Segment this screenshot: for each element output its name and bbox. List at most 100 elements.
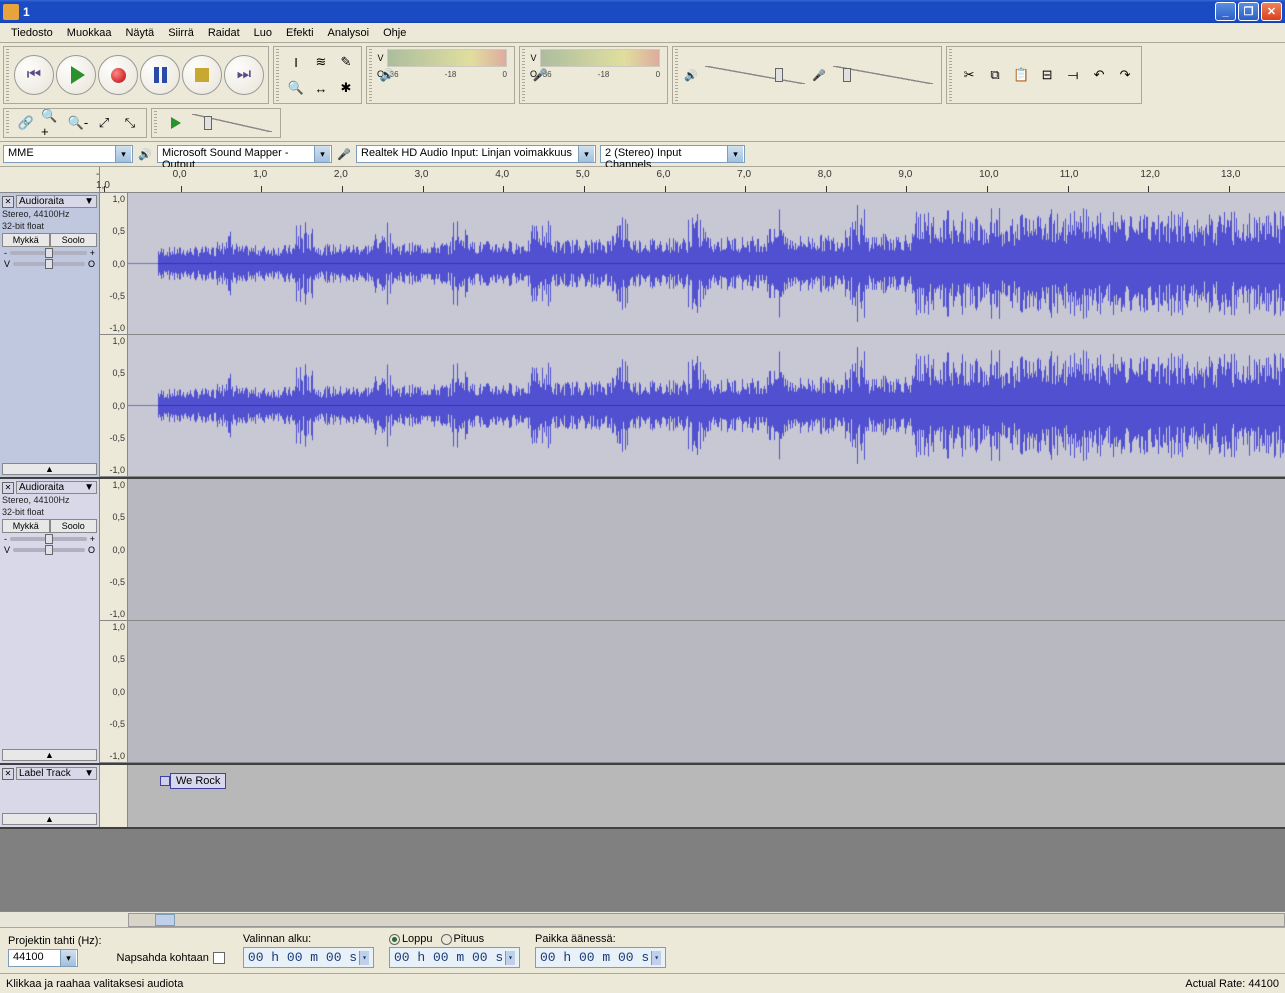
fit-project-button[interactable]: ⤡ <box>118 111 142 135</box>
horizontal-scrollbar[interactable] <box>0 911 1285 927</box>
play-button[interactable] <box>56 55 96 95</box>
track-menu-2[interactable]: Audioraita▼ <box>16 481 97 494</box>
stop-button[interactable] <box>182 55 222 95</box>
menu-view[interactable]: Näytä <box>118 25 161 41</box>
mute-button-1[interactable]: Mykkä <box>2 233 50 247</box>
menu-help[interactable]: Ohje <box>376 25 413 41</box>
length-radio[interactable] <box>441 934 452 945</box>
output-vol-icon: 🔊 <box>683 67 699 83</box>
copy-button[interactable]: ⧉ <box>983 63 1007 87</box>
label-marker[interactable]: We Rock <box>160 773 226 789</box>
project-rate-combo[interactable]: 44100 <box>8 949 78 967</box>
selection-start-time[interactable]: 00 h 00 m 00 s <box>243 947 374 968</box>
mute-button-2[interactable]: Mykkä <box>2 519 50 533</box>
label-track-panel[interactable]: ✕ Label Track▼ ▲ <box>0 765 100 827</box>
label-text[interactable]: We Rock <box>170 773 226 789</box>
input-volume-slider[interactable] <box>833 66 933 84</box>
waveform-2-left[interactable] <box>128 479 1285 620</box>
undo-button[interactable]: ↶ <box>1087 63 1111 87</box>
input-channels-combo[interactable]: 2 (Stereo) Input Channels <box>600 145 745 163</box>
gain-slider-1[interactable]: -+ <box>2 248 97 258</box>
record-button[interactable] <box>98 55 138 95</box>
output-device-icon: 🔊 <box>137 146 153 162</box>
timeline-ruler[interactable]: - 1,00,01,02,03,04,05,06,07,08,09,010,01… <box>0 167 1285 193</box>
waveform-1-right[interactable] <box>128 335 1285 476</box>
audio-host-combo[interactable]: MME <box>3 145 133 163</box>
track-collapse-2[interactable]: ▲ <box>2 749 97 761</box>
track-panel-1[interactable]: ✕ Audioraita▼ Stereo, 44100Hz 32-bit flo… <box>0 193 100 477</box>
audio-track-2: ✕ Audioraita▼ Stereo, 44100Hz 32-bit flo… <box>0 479 1285 765</box>
gain-slider-2[interactable]: -+ <box>2 534 97 544</box>
waveform-2-right[interactable] <box>128 621 1285 762</box>
track-depth-2: 32-bit float <box>2 507 97 518</box>
output-device-combo[interactable]: Microsoft Sound Mapper - Output <box>157 145 332 163</box>
label-track-collapse[interactable]: ▲ <box>2 813 97 825</box>
track-panel-2[interactable]: ✕ Audioraita▼ Stereo, 44100Hz 32-bit flo… <box>0 479 100 763</box>
menu-transport[interactable]: Siirrä <box>161 25 201 41</box>
solo-button-2[interactable]: Soolo <box>50 519 98 533</box>
fit-selection-button[interactable]: ⤢ <box>92 111 116 135</box>
scrollbar-thumb[interactable] <box>155 914 175 926</box>
input-device-combo[interactable]: Realtek HD Audio Input: Linjan voimakkuu… <box>356 145 596 163</box>
trim-button[interactable]: ⊟ <box>1035 63 1059 87</box>
skip-end-icon: ⏭ <box>237 66 251 84</box>
zoom-out-button[interactable]: 🔍- <box>66 111 90 135</box>
menu-analyze[interactable]: Analysoi <box>321 25 377 41</box>
solo-button-1[interactable]: Soolo <box>50 233 98 247</box>
playback-speed-slider[interactable] <box>192 114 272 132</box>
selection-end-time[interactable]: 00 h 00 m 00 s <box>389 947 520 968</box>
audio-position-time[interactable]: 00 h 00 m 00 s <box>535 947 666 968</box>
zoom-tool[interactable]: 🔍 <box>284 76 308 100</box>
empty-track-area[interactable] <box>0 829 1285 911</box>
input-vol-icon: 🎤 <box>811 67 827 83</box>
menu-generate[interactable]: Luo <box>247 25 279 41</box>
skip-end-button[interactable]: ⏭ <box>224 55 264 95</box>
waveform-1-left[interactable] <box>128 193 1285 334</box>
paste-button[interactable]: 📋 <box>1009 63 1033 87</box>
track-format-2: Stereo, 44100Hz <box>2 495 97 506</box>
timeshift-tool[interactable]: ↔ <box>309 76 333 100</box>
play-speed-button[interactable] <box>162 111 186 135</box>
end-radio[interactable] <box>389 934 400 945</box>
snap-checkbox[interactable] <box>213 952 225 964</box>
track-close-1[interactable]: ✕ <box>2 196 14 208</box>
speaker-icon: 🔊 <box>379 67 395 83</box>
label-track-close[interactable]: ✕ <box>2 768 14 780</box>
link-button[interactable]: 🔗 <box>14 111 38 135</box>
redo-button[interactable]: ↷ <box>1113 63 1137 87</box>
zoom-in-button[interactable]: 🔍+ <box>40 111 64 135</box>
maximize-button[interactable]: ❐ <box>1238 2 1259 21</box>
menu-edit[interactable]: Muokkaa <box>60 25 119 41</box>
selection-tool[interactable]: I <box>284 50 308 74</box>
track-collapse-1[interactable]: ▲ <box>2 463 97 475</box>
label-area[interactable]: We Rock <box>128 765 1285 827</box>
playback-meter: V O -36-180 🔊 <box>366 46 515 104</box>
pan-slider-1[interactable]: VO <box>2 259 97 269</box>
status-hint: Klikkaa ja raahaa valitaksesi audiota <box>6 978 183 990</box>
menu-file[interactable]: Tiedosto <box>4 25 60 41</box>
playback-meter-left[interactable] <box>387 49 507 67</box>
pause-button[interactable] <box>140 55 180 95</box>
record-meter-left[interactable] <box>540 49 660 67</box>
menu-tracks[interactable]: Raidat <box>201 25 247 41</box>
menu-effect[interactable]: Efekti <box>279 25 321 41</box>
skip-start-button[interactable]: ⏮ <box>14 55 54 95</box>
end-radio-label[interactable]: Loppu <box>389 933 433 945</box>
stop-icon <box>195 68 209 82</box>
output-volume-slider[interactable] <box>705 66 805 84</box>
pan-slider-2[interactable]: VO <box>2 545 97 555</box>
silence-button[interactable]: ⟞ <box>1061 63 1085 87</box>
selection-start-label: Valinnan alku: <box>243 933 374 945</box>
cut-button[interactable]: ✂ <box>957 63 981 87</box>
length-radio-label[interactable]: Pituus <box>441 933 485 945</box>
tracks-area: ✕ Audioraita▼ Stereo, 44100Hz 32-bit flo… <box>0 193 1285 911</box>
envelope-tool[interactable]: ≋ <box>309 50 333 74</box>
track-menu-1[interactable]: Audioraita▼ <box>16 195 97 208</box>
label-track-menu[interactable]: Label Track▼ <box>16 767 97 780</box>
close-button[interactable]: ✕ <box>1261 2 1282 21</box>
label-handle-icon[interactable] <box>160 776 170 786</box>
draw-tool[interactable]: ✎ <box>334 50 358 74</box>
track-close-2[interactable]: ✕ <box>2 482 14 494</box>
minimize-button[interactable]: _ <box>1215 2 1236 21</box>
multi-tool[interactable]: ✱ <box>334 76 358 100</box>
